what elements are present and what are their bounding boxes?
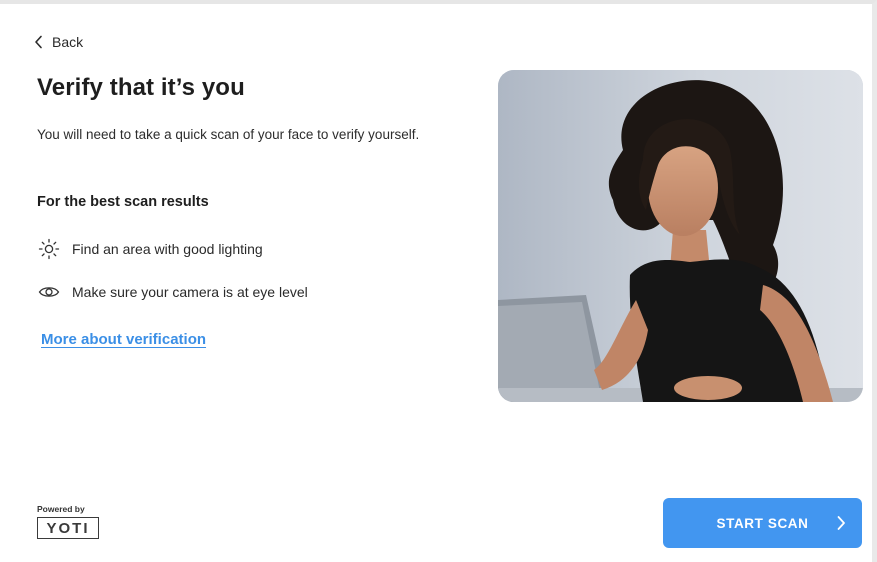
eye-icon <box>38 287 60 297</box>
woman-at-laptop-illustration <box>498 70 863 402</box>
tip-camera-label: Make sure your camera is at eye level <box>72 284 308 300</box>
chevron-left-icon <box>35 35 42 49</box>
tip-lighting-label: Find an area with good lighting <box>72 241 263 257</box>
verification-card: Back Verify that it’s you You will need … <box>0 0 877 562</box>
hero-image <box>498 70 863 402</box>
page-title: Verify that it’s you <box>37 74 245 101</box>
start-scan-label: START SCAN <box>716 515 809 531</box>
tip-camera-level: Make sure your camera is at eye level <box>38 281 308 303</box>
start-scan-button[interactable]: START SCAN <box>663 498 862 548</box>
back-button[interactable]: Back <box>34 34 83 50</box>
tip-lighting: Find an area with good lighting <box>38 238 263 260</box>
back-label: Back <box>52 34 84 50</box>
chevron-right-icon <box>837 516 845 530</box>
intro-description: You will need to take a quick scan of yo… <box>37 127 420 142</box>
yoti-logo: YOTI <box>37 517 99 539</box>
powered-by-badge: Powered by YOTI <box>37 504 99 539</box>
tips-heading: For the best scan results <box>37 194 209 210</box>
more-about-verification-link[interactable]: More about verification <box>41 331 206 348</box>
powered-by-label: Powered by <box>37 504 85 514</box>
sun-icon <box>38 238 60 260</box>
